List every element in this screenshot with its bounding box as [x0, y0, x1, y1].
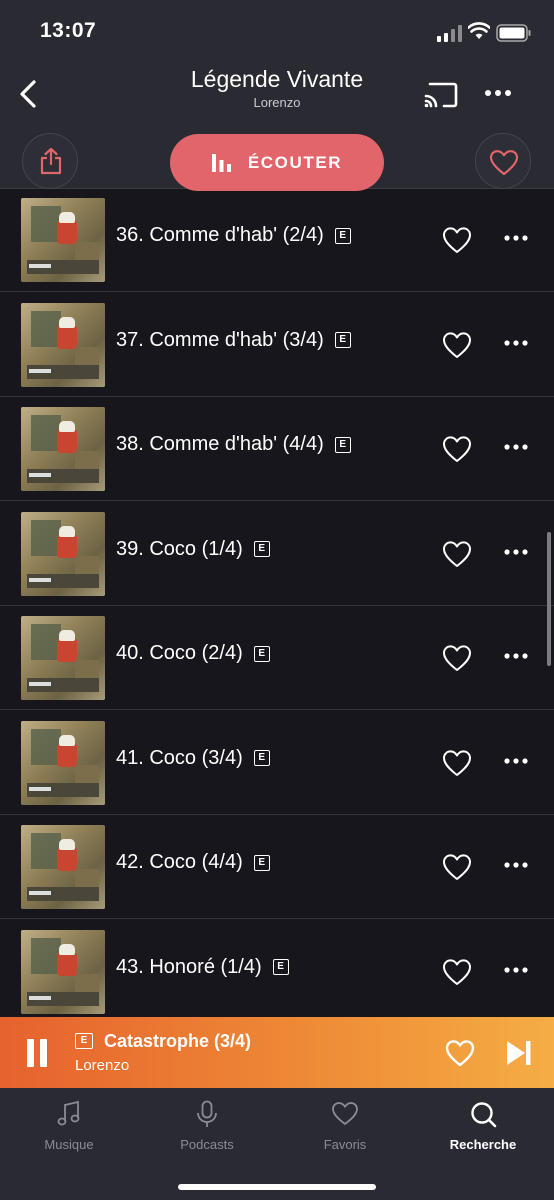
- listen-button[interactable]: ÉCOUTER: [170, 134, 384, 191]
- track-title-row: 40. Coco (2/4) E: [116, 642, 270, 665]
- track-title-row: 36. Comme d'hab' (2/4) E: [116, 224, 351, 247]
- track-row[interactable]: 37. Comme d'hab' (3/4) E: [0, 293, 554, 397]
- heart-icon[interactable]: [442, 853, 472, 881]
- tab-musique[interactable]: Musique: [0, 1088, 138, 1168]
- heart-icon: [332, 1102, 358, 1125]
- skip-next-icon[interactable]: [506, 1039, 532, 1067]
- track-title: 36. Comme d'hab' (2/4): [116, 224, 324, 246]
- track-row[interactable]: 39. Coco (1/4) E: [0, 502, 554, 606]
- cast-icon[interactable]: [424, 80, 458, 110]
- album-cover: [21, 407, 105, 491]
- explicit-badge: E: [253, 750, 270, 766]
- track-title: 39. Coco (1/4): [116, 537, 243, 560]
- header-titles: Légende Vivante Lorenzo: [120, 66, 434, 110]
- listen-label: ÉCOUTER: [247, 152, 343, 172]
- favorite-album-button[interactable]: [475, 133, 531, 189]
- track-title-row: 42. Coco (4/4) E: [116, 851, 270, 874]
- track-title-row: 41. Coco (3/4) E: [116, 747, 270, 770]
- search-icon: [471, 1102, 497, 1128]
- track-row[interactable]: 42. Coco (4/4) E: [0, 815, 554, 919]
- explicit-badge: E: [334, 227, 351, 244]
- signal-icon: [437, 25, 462, 42]
- tab-favoris[interactable]: Favoris: [276, 1088, 414, 1168]
- album-cover: [21, 825, 105, 909]
- equalizer-icon: [211, 153, 231, 172]
- music-note-icon: [57, 1100, 80, 1126]
- now-playing-artist: Lorenzo: [75, 1057, 130, 1074]
- tab-label: Podcasts: [180, 1137, 234, 1152]
- heart-icon[interactable]: [442, 540, 472, 568]
- explicit-badge: E: [253, 645, 270, 662]
- track-title: 43. Honoré (1/4): [116, 955, 262, 978]
- back-chevron-icon[interactable]: [14, 77, 44, 111]
- heart-icon[interactable]: [442, 435, 472, 463]
- tab-label: Recherche: [449, 1137, 517, 1152]
- track-title-row: 39. Coco (1/4) E: [116, 538, 270, 561]
- explicit-badge: E: [253, 854, 270, 871]
- heart-icon[interactable]: [442, 644, 472, 672]
- tab-podcasts[interactable]: Podcasts: [138, 1088, 276, 1168]
- more-options-icon[interactable]: [504, 547, 528, 557]
- track-title-row: 37. Comme d'hab' (3/4) E: [116, 329, 351, 352]
- wifi-icon: [468, 22, 490, 39]
- tab-bar: Musique Podcasts Favoris Recherche: [0, 1088, 554, 1200]
- artist-subtitle[interactable]: Lorenzo: [120, 95, 434, 110]
- microphone-icon: [197, 1100, 217, 1127]
- explicit-badge: E: [75, 1033, 93, 1049]
- more-options-icon[interactable]: [504, 442, 528, 452]
- share-icon: [40, 147, 62, 175]
- now-playing-title: Catastrophe (3/4): [104, 1031, 252, 1051]
- status-bar: 13:07: [0, 0, 554, 60]
- more-options-icon[interactable]: [504, 965, 528, 975]
- album-cover: [21, 302, 105, 387]
- track-row[interactable]: 41. Coco (3/4) E: [0, 711, 554, 815]
- scrollbar[interactable]: [547, 532, 551, 666]
- explicit-badge: E: [334, 332, 351, 348]
- more-options-icon[interactable]: [504, 651, 528, 661]
- album-cover: [21, 616, 105, 700]
- track-title: 37. Comme d'hab' (3/4): [116, 328, 324, 351]
- heart-icon[interactable]: [442, 226, 472, 254]
- album-cover: [21, 511, 105, 596]
- home-indicator: [178, 1184, 376, 1190]
- album-cover: [21, 720, 105, 805]
- explicit-badge: E: [334, 436, 351, 453]
- track-title: 40. Coco (2/4): [116, 642, 243, 664]
- track-row[interactable]: 36. Comme d'hab' (2/4) E: [0, 188, 554, 292]
- explicit-badge: E: [253, 541, 270, 557]
- album-header: Légende Vivante Lorenzo ÉCOUTER: [0, 60, 554, 191]
- tab-label: Musique: [44, 1137, 94, 1152]
- heart-icon[interactable]: [442, 331, 472, 359]
- more-options-icon[interactable]: [504, 756, 528, 766]
- track-row[interactable]: 40. Coco (2/4) E: [0, 606, 554, 710]
- heart-icon[interactable]: [442, 958, 472, 986]
- track-title: 42. Coco (4/4): [116, 851, 243, 873]
- track-row[interactable]: 43. Honoré (1/4) E: [0, 920, 554, 1024]
- pause-button[interactable]: [27, 1039, 47, 1067]
- tab-label: Favoris: [323, 1137, 367, 1152]
- mini-player[interactable]: E Catastrophe (3/4) Lorenzo: [0, 1017, 554, 1088]
- heart-icon[interactable]: [445, 1039, 475, 1067]
- more-options-icon[interactable]: [504, 338, 528, 348]
- share-button[interactable]: [22, 133, 78, 189]
- heart-icon: [489, 150, 519, 176]
- more-options-icon[interactable]: [484, 86, 512, 100]
- heart-icon[interactable]: [442, 749, 472, 777]
- album-title: Légende Vivante: [190, 66, 364, 92]
- track-title: 41. Coco (3/4): [116, 746, 243, 769]
- track-title-row: 38. Comme d'hab' (4/4) E: [116, 433, 351, 456]
- album-cover: [21, 198, 105, 282]
- battery-icon: [496, 24, 531, 42]
- album-cover: [21, 929, 105, 1014]
- track-title-row: 43. Honoré (1/4) E: [116, 956, 289, 979]
- track-row[interactable]: 38. Comme d'hab' (4/4) E: [0, 397, 554, 501]
- explicit-badge: E: [272, 959, 289, 975]
- track-title: 38. Comme d'hab' (4/4): [116, 433, 324, 455]
- tab-recherche[interactable]: Recherche: [414, 1088, 552, 1168]
- more-options-icon[interactable]: [504, 233, 528, 243]
- status-time: 13:07: [40, 19, 97, 42]
- more-options-icon[interactable]: [504, 860, 528, 870]
